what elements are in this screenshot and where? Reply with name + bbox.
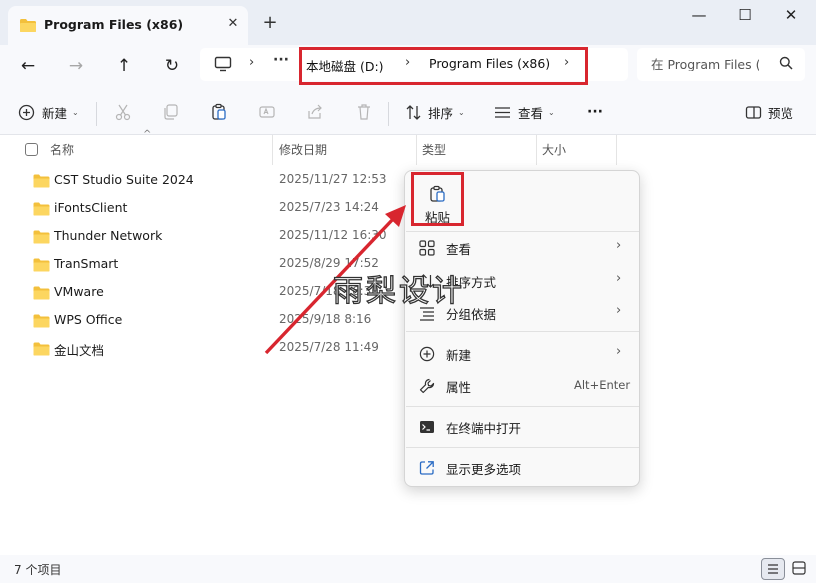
status-bar: 7 个项目 [0,555,816,583]
tiles-view-icon [792,561,806,575]
details-view-button[interactable] [761,558,785,580]
watermark-text: 雨梨设计 [332,273,465,309]
tiles-view-button[interactable] [788,558,812,580]
details-view-icon [768,564,778,574]
item-count: 7 个项目 [14,563,62,577]
